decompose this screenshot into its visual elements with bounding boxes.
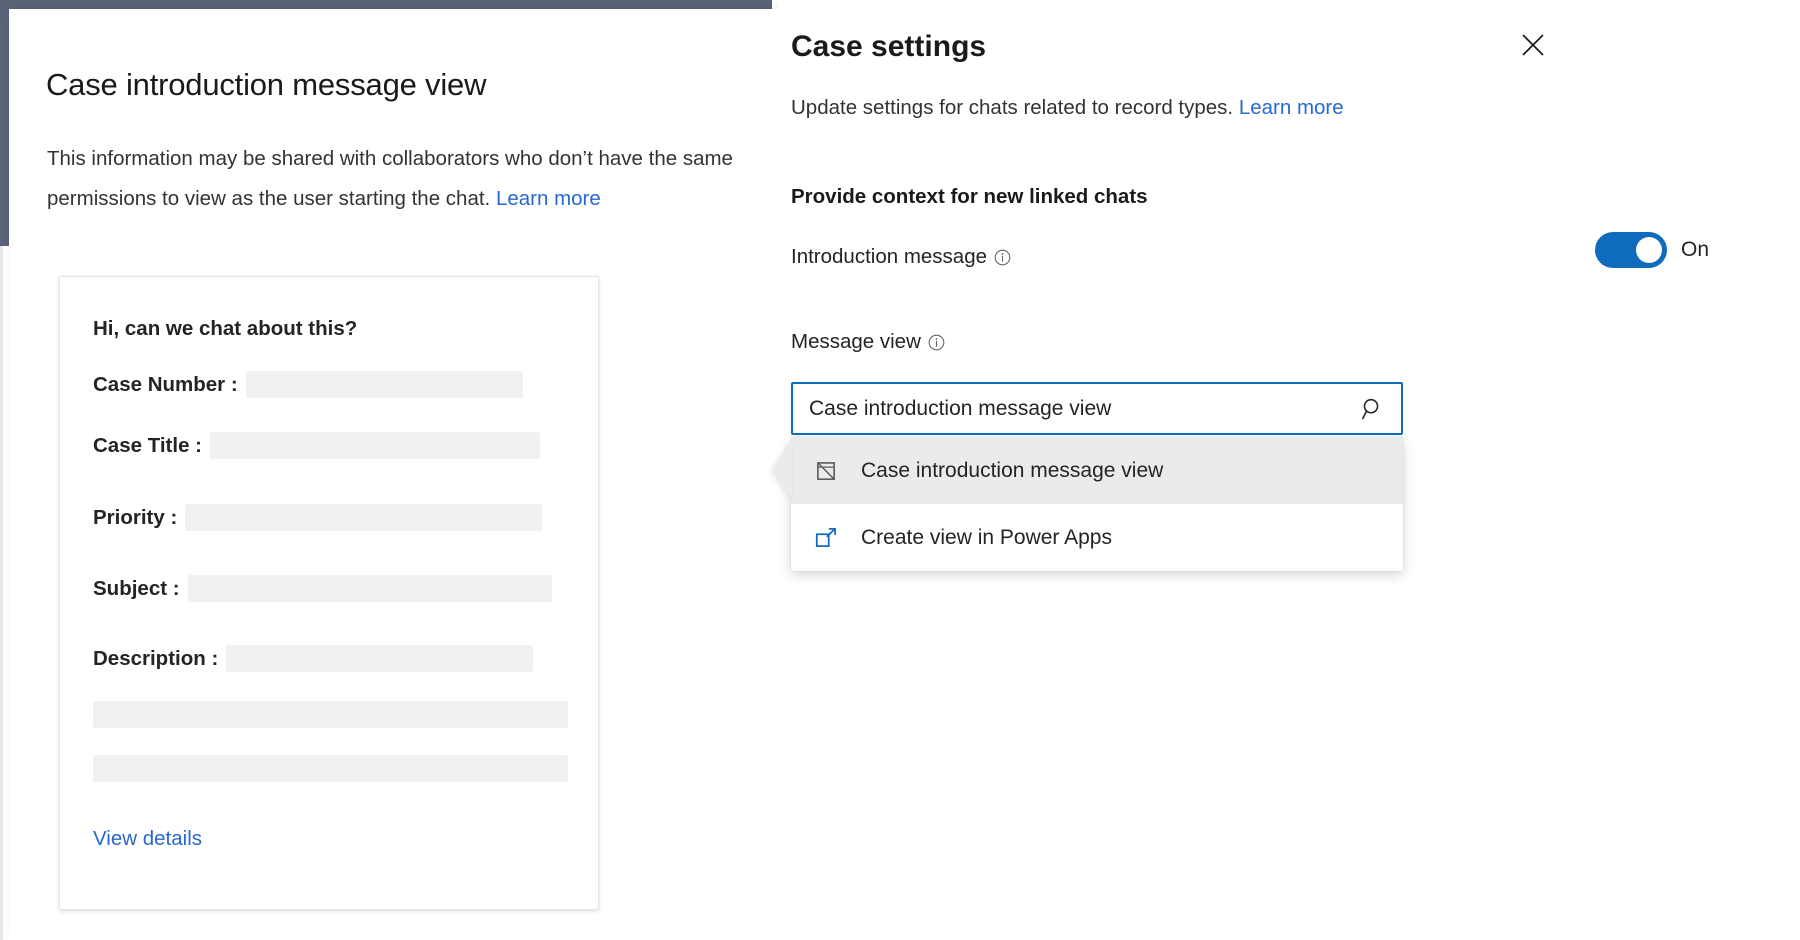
preview-learn-more-link[interactable]: Learn more	[496, 187, 601, 210]
card-field-description: Description :	[93, 645, 533, 672]
info-icon[interactable]	[994, 249, 1011, 266]
introduction-message-label-row: Introduction message	[791, 245, 1011, 269]
message-view-label-row: Message view	[791, 330, 945, 354]
card-field-value-placeholder	[188, 575, 552, 602]
open-in-new-window-icon	[813, 525, 839, 551]
search-icon[interactable]	[1359, 395, 1387, 423]
card-greeting: Hi, can we chat about this?	[93, 317, 357, 341]
card-field-label: Case Number :	[93, 373, 238, 397]
card-field-value-placeholder	[185, 504, 542, 531]
card-description-line-3-placeholder	[93, 755, 568, 782]
card-field-label: Case Title :	[93, 434, 202, 458]
app-screen: Case introduction message view This info…	[0, 0, 1800, 940]
card-field-value-placeholder	[210, 432, 540, 459]
card-field-case-title: Case Title :	[93, 432, 540, 459]
message-view-preview-panel: Case introduction message view This info…	[9, 9, 778, 940]
card-field-label: Description :	[93, 647, 218, 671]
toggle-state-label: On	[1681, 238, 1709, 262]
preview-description-text: This information may be shared with coll…	[47, 147, 733, 210]
app-chrome-left-edge	[0, 9, 9, 246]
close-button[interactable]	[1511, 23, 1555, 67]
info-icon[interactable]	[928, 334, 945, 351]
card-field-case-number: Case Number :	[93, 371, 523, 398]
toggle-knob	[1636, 237, 1662, 263]
introduction-message-card: Hi, can we chat about this? Case Number …	[59, 276, 599, 910]
message-view-search-input[interactable]: Case introduction message view	[809, 397, 1359, 421]
introduction-message-label: Introduction message	[791, 245, 987, 269]
card-field-label: Subject :	[93, 577, 180, 601]
settings-learn-more-link[interactable]: Learn more	[1239, 96, 1344, 119]
preview-description: This information may be shared with coll…	[47, 139, 737, 219]
message-view-combobox[interactable]: Case introduction message view	[791, 382, 1403, 435]
preview-title: Case introduction message view	[46, 66, 486, 104]
dropdown-option-case-introduction-message-view[interactable]: Case introduction message view	[791, 437, 1403, 504]
card-view-details-link[interactable]: View details	[93, 827, 202, 851]
card-field-value-placeholder	[226, 645, 533, 672]
page-title: Case settings	[791, 28, 986, 66]
page-subtitle: Update settings for chats related to rec…	[791, 96, 1344, 120]
card-field-priority: Priority :	[93, 504, 542, 531]
message-view-dropdown: Case introduction message view Create vi…	[791, 437, 1403, 571]
app-chrome-left-edge-light	[0, 246, 3, 940]
introduction-message-toggle-group: On	[1595, 232, 1709, 268]
page-subtitle-text: Update settings for chats related to rec…	[791, 96, 1233, 119]
close-icon	[1520, 32, 1546, 58]
app-chrome-topbar	[0, 0, 772, 9]
dropdown-option-create-view-in-power-apps[interactable]: Create view in Power Apps	[791, 504, 1403, 571]
view-grid-icon	[813, 458, 839, 484]
section-heading-provide-context: Provide context for new linked chats	[791, 185, 1148, 209]
dropdown-option-label: Case introduction message view	[861, 459, 1163, 483]
case-settings-pane: Case settings Update settings for chats …	[778, 0, 1800, 940]
card-field-value-placeholder	[246, 371, 523, 398]
dropdown-option-label: Create view in Power Apps	[861, 526, 1112, 550]
card-field-subject: Subject :	[93, 575, 552, 602]
message-view-label: Message view	[791, 330, 921, 354]
introduction-message-toggle[interactable]	[1595, 232, 1667, 268]
card-description-line-2-placeholder	[93, 701, 568, 728]
card-field-label: Priority :	[93, 506, 177, 530]
dropdown-callout-beak	[772, 443, 792, 499]
